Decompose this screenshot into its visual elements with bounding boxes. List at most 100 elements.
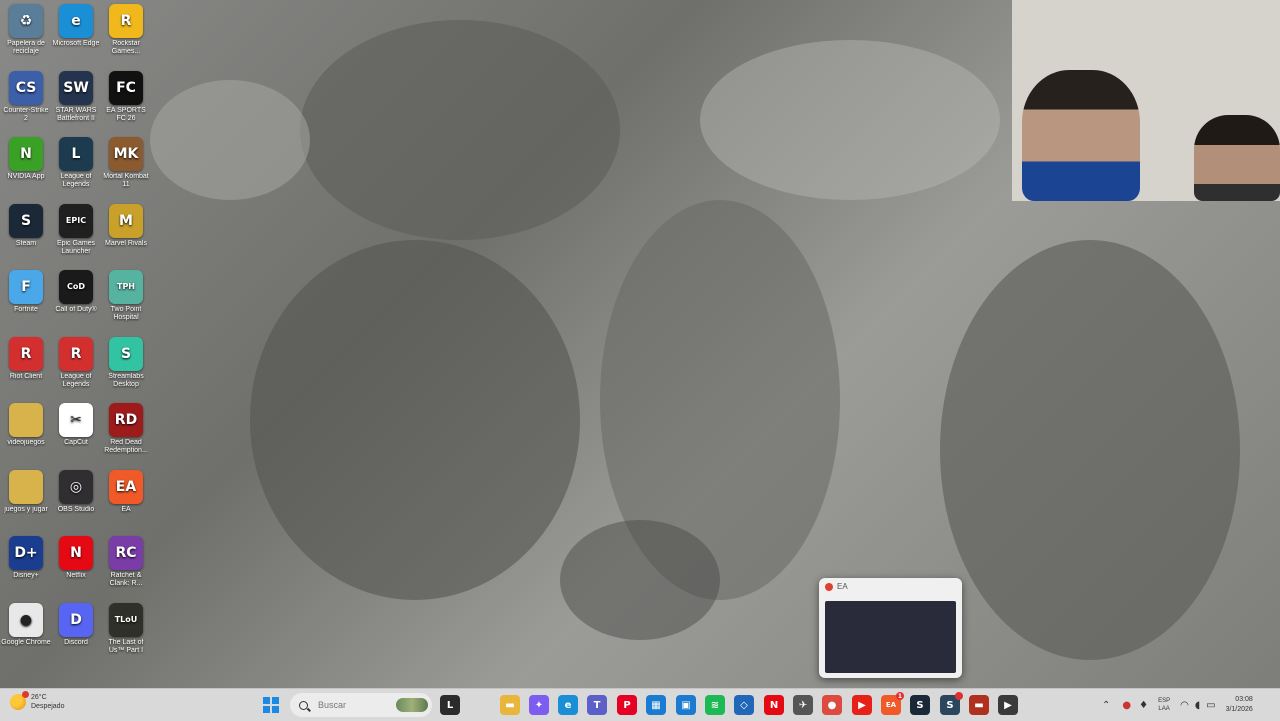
desktop-shortcut[interactable]: RC Ratchet & Clank: R... <box>101 536 151 602</box>
desktop-shortcut[interactable]: M Marvel Rivals <box>101 203 151 270</box>
desktop-shortcut-label: Steam <box>15 239 37 247</box>
vscode-icon[interactable]: ◇ <box>734 695 754 715</box>
desktop-shortcut-label: Netflix <box>66 572 86 579</box>
weather-widget[interactable]: 26°C Despejado <box>10 691 64 711</box>
desktop-shortcut-label: videojuegos <box>7 439 45 446</box>
terminal-icon[interactable]: L <box>440 695 460 715</box>
desktop-shortcut-label: NVIDIA App <box>7 173 45 180</box>
desktop-shortcut-label: Rockstar Games... <box>111 40 141 55</box>
search-input[interactable]: Buscar <box>318 700 396 710</box>
game-icon[interactable]: ✈ <box>793 695 813 715</box>
streamlabs-icon: S <box>109 336 143 371</box>
copilot-icon[interactable]: ✦ <box>529 695 549 715</box>
taskbar-search[interactable]: Buscar <box>290 693 432 717</box>
desktop-shortcut[interactable]: N NVIDIA App <box>1 137 51 203</box>
desktop-shortcut[interactable]: F Fortnite <box>1 270 51 336</box>
steam-icon[interactable]: S <box>910 695 930 715</box>
chevron-up-icon[interactable]: ⌃ <box>1102 700 1110 711</box>
desktop-shortcut[interactable]: R League of Legends <box>51 336 101 403</box>
desktop-shortcut[interactable]: CS Counter-Strike 2 <box>1 70 51 137</box>
clock[interactable]: 03:08 3/1/2026 <box>1226 695 1253 715</box>
desktop-shortcut[interactable]: S Steam <box>1 203 51 270</box>
desktop-shortcut-label: Epic Games Launcher <box>56 239 96 255</box>
desktop-shortcut-label: Riot Client <box>9 372 43 380</box>
desktop-shortcut-label: STAR WARS Battlefront II <box>55 106 97 122</box>
pinterest-icon[interactable]: P <box>617 695 637 715</box>
desktop-shortcut[interactable]: N Netflix <box>51 536 101 602</box>
chrome-icon: ● <box>9 602 43 637</box>
battery-icon[interactable]: ▭ <box>1206 700 1215 711</box>
ea-preview-popup[interactable]: EA <box>819 578 962 678</box>
desktop-shortcut[interactable]: RD Red Dead Redemption... <box>101 403 151 469</box>
photos-icon[interactable]: ▣ <box>676 695 696 715</box>
desktop-shortcut-label: Disney+ <box>13 572 39 579</box>
desktop-shortcut[interactable]: ◎ OBS Studio <box>51 469 101 536</box>
desktop-shortcut[interactable]: L League of Legends <box>51 137 101 203</box>
desktop-shortcut[interactable]: S Streamlabs Desktop <box>101 336 151 403</box>
start-button[interactable] <box>263 697 279 713</box>
store-icon[interactable]: ▦ <box>646 695 666 715</box>
desktop-shortcut[interactable]: R Riot Client <box>1 336 51 403</box>
desktop-shortcut-label: Streamlabs Desktop <box>108 372 144 388</box>
spotify-icon[interactable]: ≋ <box>705 695 725 715</box>
desktop-shortcut[interactable]: ♻ Papelera de reciclaje <box>1 4 51 70</box>
discord-icon: D <box>59 602 93 637</box>
ea-app-icon[interactable]: EA 1 <box>881 692 904 715</box>
desktop-shortcut-label: EA <box>121 505 131 513</box>
security-icon[interactable]: ● <box>1122 700 1131 711</box>
star-wars-icon: SW <box>59 70 93 105</box>
volume-icon[interactable]: ◖ <box>1195 700 1200 711</box>
notification-badge <box>955 692 963 700</box>
desktop-shortcut[interactable]: juegos y jugar <box>1 469 51 536</box>
desktop-shortcut-label: EA SPORTS FC 26 <box>106 106 146 122</box>
desktop-shortcut-label: Papelera de reciclaje <box>7 40 45 55</box>
desktop-shortcut[interactable]: ● Google Chrome <box>1 602 51 669</box>
counter-strike-icon: CS <box>9 70 43 105</box>
chrome-icon[interactable]: ● <box>822 695 842 715</box>
desktop-shortcut[interactable]: TLoU The Last of Us™ Part I <box>101 602 151 669</box>
steam-alt-icon[interactable]: S <box>940 692 963 715</box>
desktop-shortcut[interactable]: ✂ CapCut <box>51 403 101 469</box>
desktop-shortcut[interactable]: EA EA <box>101 469 151 536</box>
ea-window-thumbnail[interactable] <box>825 601 956 673</box>
desktop-shortcut[interactable]: D+ Disney+ <box>1 536 51 602</box>
desktop-shortcut[interactable]: SW STAR WARS Battlefront II <box>51 70 101 137</box>
desktop-shortcut[interactable]: FC EA SPORTS FC 26 <box>101 70 151 137</box>
desktop-shortcut[interactable]: D Discord <box>51 602 101 669</box>
folder-icon <box>9 403 43 437</box>
desktop-shortcut-label: CapCut <box>64 439 88 446</box>
fortnite-icon: F <box>9 270 43 304</box>
red-dead-icon: RD <box>109 403 143 437</box>
search-icon <box>299 700 308 710</box>
desktop-shortcut[interactable]: MK Mortal Kombat 11 <box>101 137 151 203</box>
microphone-icon[interactable]: ♦ <box>1139 700 1148 711</box>
wifi-icon[interactable]: ◠ <box>1180 700 1189 711</box>
desktop-shortcut[interactable]: EPIC Epic Games Launcher <box>51 203 101 270</box>
desktop-shortcut-label: The Last of Us™ Part I <box>108 638 144 654</box>
teams-icon[interactable]: T <box>587 695 607 715</box>
desktop-shortcut-label: League of Legends <box>60 372 92 388</box>
desktop-shortcut-label: Marvel Rivals <box>104 239 147 247</box>
desktop-shortcut[interactable]: e Microsoft Edge <box>51 4 101 70</box>
media-player-icon[interactable]: ▶ <box>998 695 1018 715</box>
recycle-bin-icon: ♻ <box>9 4 43 38</box>
desktop-shortcut[interactable]: CoD Call of Duty® <box>51 270 101 336</box>
netflix-icon[interactable]: N <box>764 695 784 715</box>
file-explorer-icon[interactable]: ▬ <box>500 695 520 715</box>
ea-icon <box>825 582 833 591</box>
desktop-shortcut-label: Mortal Kombat 11 <box>103 173 149 188</box>
call-of-duty-icon: CoD <box>59 270 93 304</box>
fc26-icon: FC <box>109 70 143 105</box>
language-indicator[interactable]: ESP LAA <box>1158 697 1170 713</box>
desktop-shortcut[interactable]: R Rockstar Games... <box>101 4 151 70</box>
marvel-rivals-icon: M <box>109 203 143 238</box>
desktop-shortcut[interactable]: TPH Two Point Hospital <box>101 270 151 336</box>
youtube-icon[interactable]: ▶ <box>852 695 872 715</box>
desktop-shortcut-label: Fortnite <box>14 306 38 313</box>
screen-record-icon[interactable]: ▬ <box>969 695 989 715</box>
desktop-icon-grid: ♻ Papelera de reciclaje e Microsoft Edge R Ro… <box>0 0 160 688</box>
desktop-shortcut[interactable]: videojuegos <box>1 403 51 469</box>
edge-icon[interactable]: e <box>558 695 578 715</box>
desktop-shortcut-label: Two Point Hospital <box>110 306 142 321</box>
desktop-shortcut-label: Call of Duty® <box>55 306 97 313</box>
